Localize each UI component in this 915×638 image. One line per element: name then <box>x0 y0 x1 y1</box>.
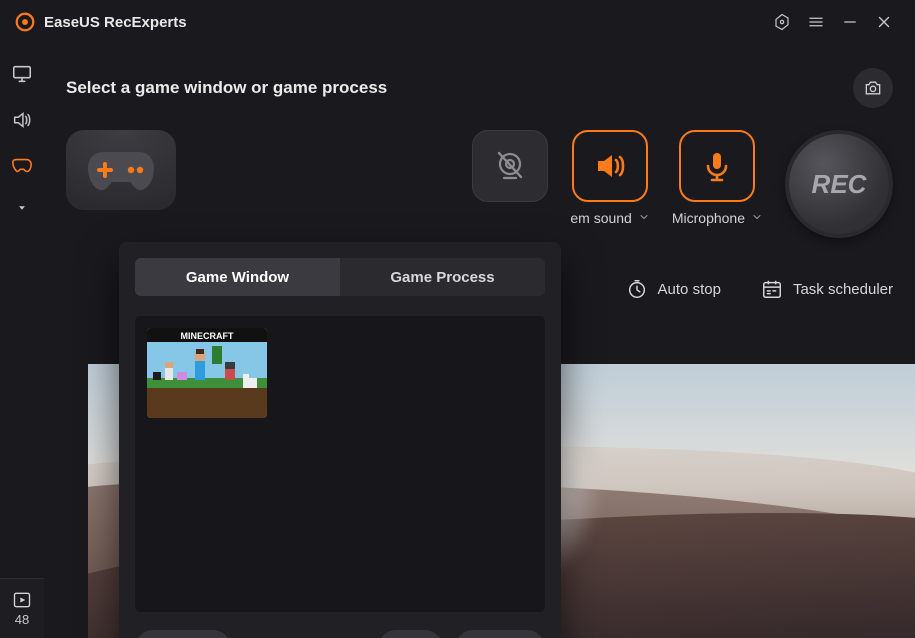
webcam-button[interactable] <box>472 130 548 202</box>
ok-button[interactable]: OK <box>378 630 443 638</box>
sound-on-icon <box>590 146 630 186</box>
minecraft-thumbnail-icon: MINECRAFT <box>147 328 267 418</box>
thumbnail-area: MINECRAFT <box>135 316 545 612</box>
auto-stop-label: Auto stop <box>658 281 721 298</box>
microphone-dropdown[interactable]: Microphone <box>672 210 763 226</box>
app-window: EaseUS RecExperts <box>0 0 915 638</box>
microphone-icon <box>697 146 737 186</box>
chevron-down-icon <box>638 210 650 226</box>
gamepad-large-icon <box>83 142 159 198</box>
screenshot-button[interactable] <box>853 68 893 108</box>
tab-game-process[interactable]: Game Process <box>340 258 545 296</box>
sidebar-item-audio[interactable] <box>10 108 34 132</box>
system-sound-option: em sound <box>570 130 649 226</box>
settings-button[interactable] <box>765 5 799 39</box>
menu-button[interactable] <box>799 5 833 39</box>
system-sound-button[interactable] <box>572 130 648 202</box>
video-file-icon <box>12 590 32 610</box>
sidebar: 48 <box>0 44 44 638</box>
clock-icon <box>626 278 648 300</box>
titlebar: EaseUS RecExperts <box>0 0 915 44</box>
minimize-button[interactable] <box>833 5 867 39</box>
record-button[interactable]: REC <box>785 130 893 238</box>
game-thumbnail[interactable]: MINECRAFT <box>147 328 267 418</box>
recordings-count: 48 <box>15 612 29 627</box>
main-area: Select a game window or game process <box>44 44 915 638</box>
refresh-button[interactable]: Refresh <box>135 630 231 638</box>
app-title: EaseUS RecExperts <box>44 14 187 31</box>
sidebar-recordings[interactable]: 48 <box>0 578 44 638</box>
webcam-option <box>472 130 548 202</box>
monitor-icon <box>11 63 33 85</box>
app-logo-icon <box>14 11 36 33</box>
cancel-button[interactable]: Cancel <box>455 630 545 638</box>
modal-tabs: Game Window Game Process <box>135 258 545 296</box>
modal-footer: Refresh OK Cancel <box>135 630 545 638</box>
camera-icon <box>863 78 883 98</box>
chevron-down-icon <box>15 201 29 215</box>
svg-text:MINECRAFT: MINECRAFT <box>181 331 234 341</box>
sidebar-chevron-down[interactable] <box>10 196 34 220</box>
sidebar-item-game[interactable] <box>10 154 34 178</box>
auto-stop-button[interactable]: Auto stop <box>626 278 721 300</box>
controls-row: em sound Micr <box>44 112 915 244</box>
microphone-label: Microphone <box>672 210 745 226</box>
hamburger-icon <box>807 13 825 31</box>
task-scheduler-button[interactable]: Task scheduler <box>761 278 893 300</box>
hexagon-gear-icon <box>773 13 791 31</box>
microphone-button[interactable] <box>679 130 755 202</box>
task-scheduler-label: Task scheduler <box>793 281 893 298</box>
record-button-label: REC <box>812 169 867 200</box>
minimize-icon <box>841 13 859 31</box>
webcam-off-icon <box>490 146 530 186</box>
main-header: Select a game window or game process <box>44 44 915 112</box>
tab-game-window[interactable]: Game Window <box>135 258 340 296</box>
page-title: Select a game window or game process <box>66 78 387 98</box>
chevron-down-icon <box>751 210 763 226</box>
gamepad-icon <box>11 156 33 176</box>
speaker-icon <box>11 109 33 131</box>
close-icon <box>875 13 893 31</box>
system-sound-label: em sound <box>570 210 631 226</box>
game-selector-modal: Game Window Game Process MINECRAFT <box>119 242 561 638</box>
system-sound-dropdown[interactable]: em sound <box>570 210 649 226</box>
close-button[interactable] <box>867 5 901 39</box>
microphone-option: Microphone <box>672 130 763 226</box>
calendar-icon <box>761 278 783 300</box>
gamepad-tile[interactable] <box>66 130 176 210</box>
sidebar-item-screen[interactable] <box>10 62 34 86</box>
